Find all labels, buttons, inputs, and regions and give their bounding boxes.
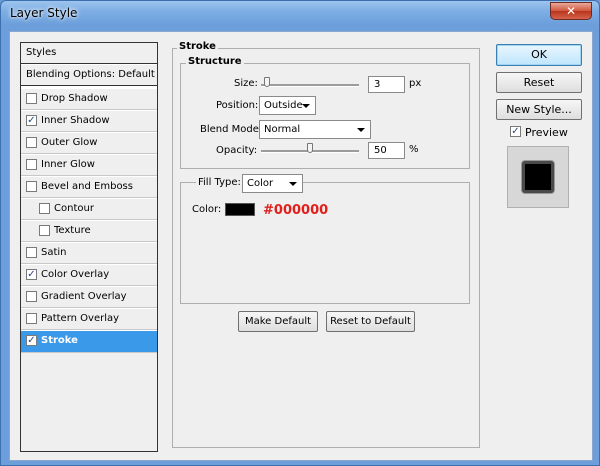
fill-type-select[interactable]: Color [242, 174, 303, 193]
style-item-label: Satin [41, 247, 67, 258]
contour-checkbox[interactable] [39, 203, 50, 214]
preview-swatch [522, 161, 554, 193]
style-item-label: Stroke [41, 335, 78, 346]
styles-header-label: Styles [26, 47, 57, 58]
position-select[interactable]: Outside [259, 96, 316, 115]
drop-shadow-checkbox[interactable] [26, 93, 37, 104]
layer-style-dialog: Layer Style ✕ Styles Blending Options: D… [0, 0, 600, 466]
style-item-drop-shadow[interactable]: Drop Shadow [21, 89, 157, 110]
dialog-body: Styles Blending Options: Default Drop Sh… [9, 31, 593, 461]
style-item-label: Inner Shadow [41, 115, 110, 126]
fill-type-value: Color [247, 178, 274, 189]
size-input[interactable]: 3 [368, 76, 405, 93]
style-item-satin[interactable]: Satin [21, 243, 157, 264]
size-slider-thumb[interactable] [263, 77, 270, 87]
chevron-down-icon [357, 128, 365, 132]
size-label: Size: [234, 78, 258, 89]
style-item-stroke[interactable]: ✓ Stroke [21, 331, 157, 353]
styles-list: Styles Blending Options: Default Drop Sh… [20, 42, 158, 452]
style-item-inner-glow[interactable]: Inner Glow [21, 155, 157, 176]
position-value: Outside [264, 100, 303, 111]
opacity-unit: % [409, 144, 419, 155]
blending-options-label: Blending Options: Default [26, 69, 155, 80]
stroke-group-title: Stroke [177, 41, 218, 52]
styles-header[interactable]: Styles [21, 43, 157, 64]
opacity-input[interactable]: 50 [368, 142, 405, 159]
style-item-bevel-emboss[interactable]: Bevel and Emboss [21, 177, 157, 198]
color-overlay-checkbox[interactable]: ✓ [26, 269, 37, 280]
reset-button[interactable]: Reset [496, 72, 582, 93]
size-slider-track[interactable] [261, 84, 359, 87]
style-item-label: Bevel and Emboss [41, 181, 133, 192]
inner-glow-checkbox[interactable] [26, 159, 37, 170]
bevel-emboss-checkbox[interactable] [26, 181, 37, 192]
blending-options[interactable]: Blending Options: Default [21, 65, 157, 86]
preview-checkbox[interactable]: ✓ [510, 126, 521, 137]
title-bar[interactable]: Layer Style ✕ [1, 1, 599, 27]
style-item-label: Color Overlay [41, 269, 110, 280]
fill-type-group [180, 182, 470, 304]
pattern-overlay-checkbox[interactable] [26, 313, 37, 324]
color-label: Color: [192, 204, 222, 215]
satin-checkbox[interactable] [26, 247, 37, 258]
inner-shadow-checkbox[interactable]: ✓ [26, 115, 37, 126]
blend-mode-value: Normal [264, 124, 301, 135]
position-label: Position: [216, 100, 259, 111]
preview-label: Preview [525, 126, 568, 139]
style-item-gradient-overlay[interactable]: Gradient Overlay [21, 287, 157, 308]
style-item-label: Contour [54, 203, 94, 214]
texture-checkbox[interactable] [39, 225, 50, 236]
styles-list-empty-area [21, 353, 157, 451]
chevron-down-icon [302, 104, 310, 108]
structure-group-title: Structure [186, 56, 244, 67]
blend-mode-label: Blend Mode: [200, 124, 263, 135]
make-default-button[interactable]: Make Default [238, 311, 318, 332]
ok-button[interactable]: OK [496, 44, 582, 66]
style-item-label: Gradient Overlay [41, 291, 127, 302]
style-item-inner-shadow[interactable]: ✓ Inner Shadow [21, 111, 157, 132]
outer-glow-checkbox[interactable] [26, 137, 37, 148]
style-item-label: Texture [54, 225, 91, 236]
color-hex-annotation: #000000 [263, 203, 329, 218]
chevron-down-icon [289, 182, 297, 186]
gradient-overlay-checkbox[interactable] [26, 291, 37, 302]
style-item-contour[interactable]: Contour [21, 199, 157, 220]
blend-mode-select[interactable]: Normal [259, 120, 371, 139]
opacity-label: Opacity: [216, 145, 258, 156]
fill-type-label: Fill Type: [196, 177, 243, 188]
style-item-color-overlay[interactable]: ✓ Color Overlay [21, 265, 157, 286]
color-swatch[interactable] [225, 203, 255, 216]
style-item-texture[interactable]: Texture [21, 221, 157, 242]
opacity-slider-thumb[interactable] [307, 143, 313, 153]
style-item-pattern-overlay[interactable]: Pattern Overlay [21, 309, 157, 330]
style-item-label: Pattern Overlay [41, 313, 120, 324]
style-preview [507, 146, 569, 208]
style-item-label: Drop Shadow [41, 93, 108, 104]
close-button[interactable]: ✕ [550, 2, 592, 20]
new-style-button[interactable]: New Style... [496, 99, 582, 120]
reset-to-default-button[interactable]: Reset to Default [326, 311, 415, 332]
size-unit: px [409, 78, 422, 89]
style-item-label: Outer Glow [41, 137, 98, 148]
style-item-outer-glow[interactable]: Outer Glow [21, 133, 157, 154]
stroke-checkbox[interactable]: ✓ [26, 335, 37, 346]
style-item-label: Inner Glow [41, 159, 95, 170]
window-title: Layer Style [10, 6, 78, 20]
